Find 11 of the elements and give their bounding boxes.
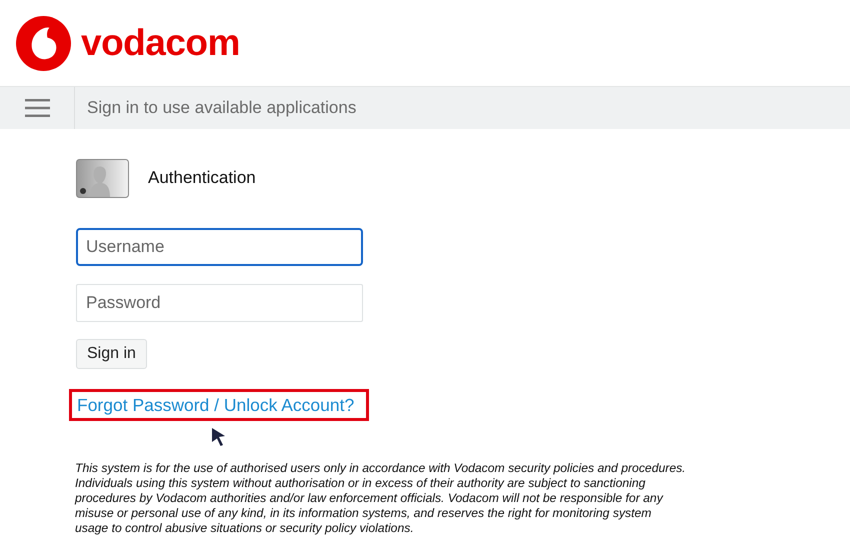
auth-heading: Authentication	[148, 168, 256, 188]
disclaimer-text: This system is for the use of authorised users only in accordance with Vodacom security policies and procedures. Individuals using this system without authorisation or in excess of their authority are subject to sanctioning procedures by Vodacom authorities and/or law enforcement officials. Vodacom will not be responsible for any misuse or personal use of any kind, in its information systems, and reserves the right for monitoring system usage to control abusive situations or security policy violations.	[75, 461, 687, 536]
sign-in-button[interactable]: Sign in	[76, 339, 147, 369]
user-avatar-icon	[76, 158, 129, 198]
input-field[interactable]: Username	[76, 228, 363, 266]
mouse-pointer-icon	[211, 427, 227, 447]
menu-icon[interactable]	[24, 99, 50, 117]
logo-wordmark: vodacom	[81, 22, 240, 64]
logo-icon	[16, 16, 71, 70]
forgot-password-link[interactable]: Forgot Password / Unlock Account?	[77, 394, 354, 416]
nav-title: Sign in to use available applications	[87, 98, 356, 118]
